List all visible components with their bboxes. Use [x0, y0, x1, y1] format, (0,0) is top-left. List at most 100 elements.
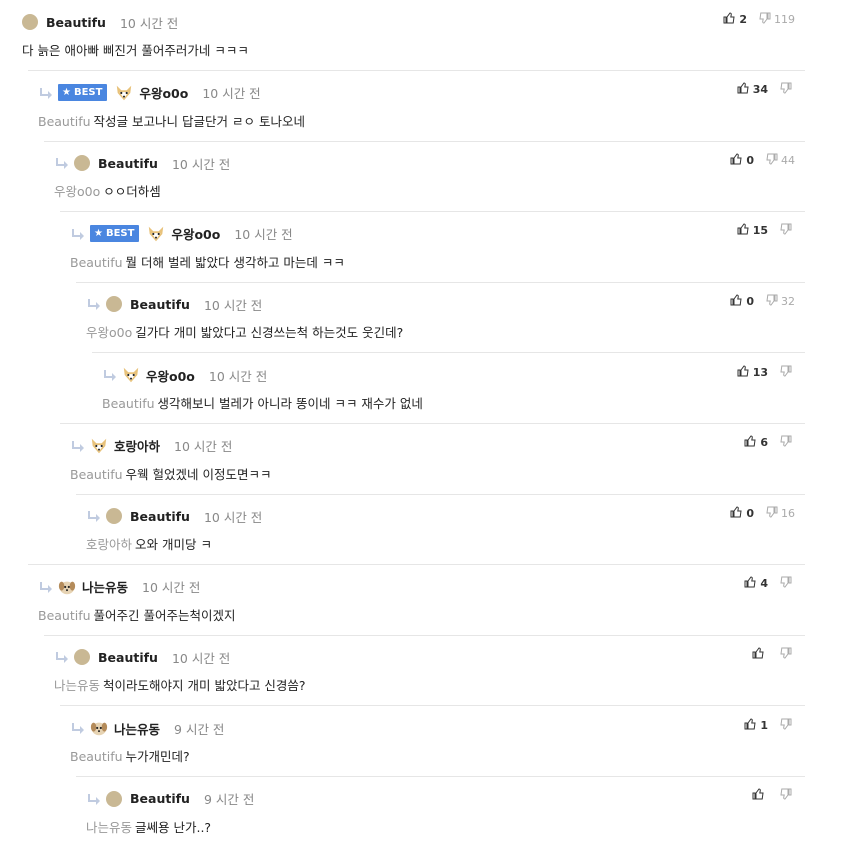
comment-time: 9 시간 전 [203, 792, 255, 808]
comment-time: 9 시간 전 [174, 721, 225, 737]
comment-body: Beautifu 풀어주긴 풀어주는척이겠지 [38, 605, 236, 624]
thumbs-down-icon [759, 12, 771, 27]
avatar[interactable] [90, 719, 108, 737]
author-nickname[interactable]: Beautifu [46, 15, 106, 30]
upvote-button[interactable]: 0 [730, 294, 754, 309]
upvote-count: 13 [752, 365, 768, 379]
reply-arrow-icon [70, 439, 86, 453]
reply-mention[interactable]: 나는유동 [86, 820, 132, 835]
downvote-button[interactable] [780, 82, 795, 97]
avatar[interactable] [74, 649, 90, 666]
upvote-button[interactable] [752, 788, 768, 803]
downvote-button[interactable]: 32 [766, 294, 795, 309]
comment-item: Beautifu 10 시간 전다 늙은 애아빠 삐진거 풀어주러가네 ㅋㅋㅋ 2 1… [22, 0, 805, 71]
avatar[interactable] [74, 155, 90, 172]
avatar[interactable] [122, 366, 140, 384]
comment-time: 10 시간 전 [171, 650, 231, 666]
upvote-button[interactable]: 0 [730, 153, 754, 168]
author-nickname[interactable]: 우왕o0o [146, 366, 195, 385]
downvote-button[interactable]: 44 [766, 153, 795, 168]
author-nickname[interactable]: Beautifu [130, 297, 190, 312]
comment-text: 뭘 더해 벌레 밟았다 생각하고 마는데 ㅋㅋ [125, 254, 345, 270]
downvote-button[interactable] [780, 788, 795, 803]
downvote-button[interactable] [780, 223, 795, 238]
author-nickname[interactable]: 나는유동 [114, 719, 160, 738]
reply-mention[interactable]: 호랑아하 [86, 537, 132, 552]
avatar[interactable] [90, 437, 108, 455]
upvote-count: 0 [746, 294, 754, 308]
comment-header: Beautifu 10 시간 전 [54, 646, 230, 668]
upvote-button[interactable]: 1 [744, 717, 768, 733]
author-nickname[interactable]: Beautifu [130, 509, 190, 524]
thumbs-up-icon [737, 364, 749, 380]
comment-item: Beautifu 10 시간 전 호랑아하 오와 개미당 ㅋ 0 16 [28, 494, 805, 566]
author-nickname[interactable]: 나는유동 [82, 577, 128, 596]
thumbs-up-icon [744, 435, 756, 450]
avatar[interactable] [22, 14, 38, 30]
downvote-button[interactable] [780, 718, 795, 733]
upvote-button[interactable]: 34 [737, 82, 768, 97]
thumbs-down-icon [780, 718, 792, 733]
avatar[interactable] [58, 578, 76, 596]
comment-time: 10 시간 전 [171, 156, 231, 172]
reply-arrow-icon [54, 650, 70, 664]
downvote-button[interactable] [780, 576, 795, 591]
upvote-button[interactable]: 4 [744, 576, 768, 591]
avatar[interactable] [106, 790, 122, 807]
thumbs-up-icon [730, 153, 742, 168]
upvote-button[interactable]: 0 [730, 506, 754, 521]
reply-mention[interactable]: Beautifu [70, 255, 123, 270]
author-nickname[interactable]: Beautifu [98, 156, 158, 171]
comment-item: Beautifu 9 시간 전 나는유동 글쎄용 난가..? [86, 777, 805, 848]
comment-item: Beautifu 10 시간 전 우왕o0o ㅇㅇ더하셈 0 44 [54, 141, 805, 213]
comment-body: 다 늙은 애아빠 삐진거 풀어주러가네 ㅋㅋㅋ [22, 40, 249, 59]
author-nickname[interactable]: 우왕o0o [171, 224, 220, 243]
downvote-button[interactable]: 119 [759, 12, 795, 27]
comment-text: 길가다 개미 밟았다고 신경쓰는척 하는것도 웃긴데? [135, 325, 404, 341]
best-badge: ★ BEST [90, 225, 140, 243]
comment-text: 우웩 헐었겠네 이정도면ㅋㅋ [125, 466, 272, 482]
comment-time: 10 시간 전 [174, 439, 233, 455]
upvote-button[interactable]: 6 [744, 435, 768, 450]
author-nickname[interactable]: Beautifu [98, 650, 158, 665]
avatar[interactable] [147, 225, 165, 243]
downvote-button[interactable] [780, 435, 795, 450]
vote-group: 0 44 [730, 152, 795, 168]
comment-text: 누가개민데? [125, 749, 190, 764]
upvote-button[interactable] [752, 647, 768, 662]
avatar[interactable] [115, 84, 133, 102]
comment-time: 10 시간 전 [234, 227, 293, 243]
thumbs-down-icon [780, 788, 792, 803]
reply-mention[interactable]: Beautifu [70, 749, 123, 764]
upvote-button[interactable]: 15 [737, 223, 768, 238]
star-icon: ★ [62, 87, 71, 99]
comment-header: Beautifu 10 시간 전 [54, 152, 230, 174]
reply-mention[interactable]: Beautifu [102, 396, 155, 411]
thumbs-up-icon [730, 294, 742, 309]
upvote-button[interactable]: 2 [723, 11, 747, 27]
thumbs-up-icon [752, 788, 764, 803]
reply-mention[interactable]: Beautifu [70, 467, 123, 482]
upvote-button[interactable]: 13 [737, 364, 768, 380]
author-nickname[interactable]: Beautifu [130, 791, 190, 806]
thumbs-down-icon [780, 82, 792, 97]
author-nickname[interactable]: 호랑아하 [114, 436, 160, 455]
reply-mention[interactable]: 우왕o0o [86, 325, 132, 340]
comment-text: 생각해보니 벌레가 아니라 똥이네 ㅋㅋ 재수가 없네 [157, 396, 423, 411]
vote-group: 4 [744, 576, 795, 592]
best-badge: ★ BEST [58, 84, 108, 102]
author-nickname[interactable]: 우왕o0o [139, 83, 188, 102]
reply-arrow-icon [86, 792, 102, 806]
avatar[interactable] [106, 508, 122, 525]
reply-mention[interactable]: Beautifu [38, 608, 91, 623]
downvote-button[interactable] [780, 365, 795, 380]
vote-group: 15 [737, 223, 795, 239]
reply-mention[interactable]: 나는유동 [54, 678, 100, 693]
downvote-button[interactable] [780, 647, 795, 662]
avatar[interactable] [106, 296, 122, 313]
comment-header: 호랑아하 10 시간 전 [70, 435, 232, 457]
downvote-button[interactable]: 16 [766, 506, 795, 521]
reply-mention[interactable]: 우왕o0o [54, 184, 100, 199]
reply-mention[interactable]: Beautifu [38, 114, 91, 129]
thumbs-down-icon [766, 506, 778, 521]
